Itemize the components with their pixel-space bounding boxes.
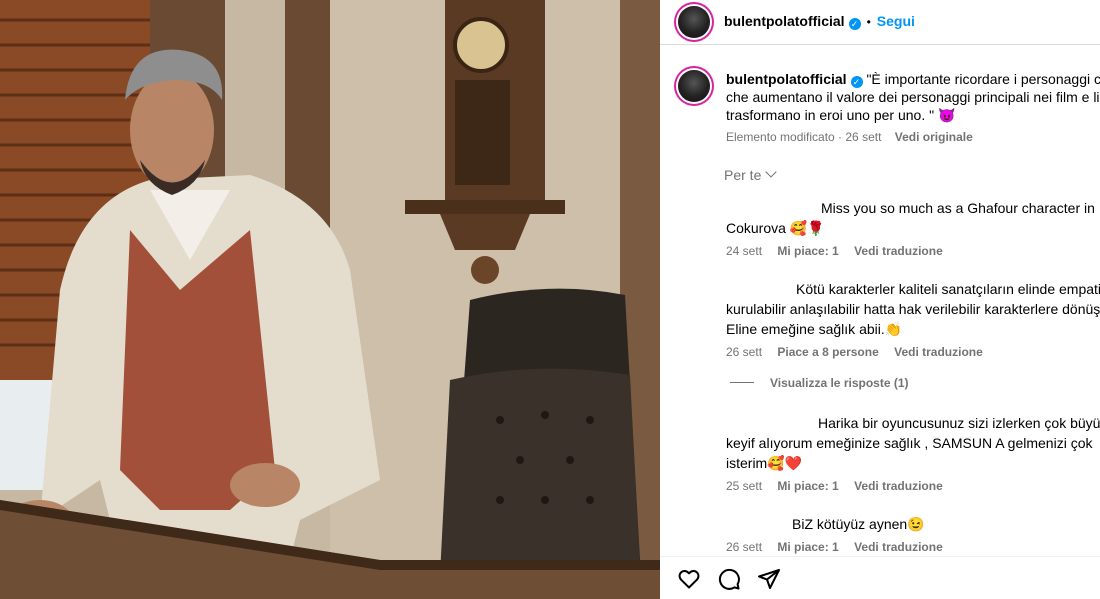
heart-icon[interactable] (677, 567, 701, 591)
post-photo[interactable] (0, 0, 660, 599)
filter-label: Per te (724, 167, 762, 183)
comment-text-line: kurulabilir anlaşılabilir hatta hak veri… (726, 301, 1100, 317)
post-action-bar (660, 556, 1100, 599)
comment-item: BiZ kötüyüz aynen😉 26 sett Mi piace: 1 V… (726, 514, 1100, 556)
post-header: bulentpolatofficial ✓ • Segui (660, 0, 1100, 44)
comment-time: 26 sett (726, 345, 763, 359)
post-side-panel: bulentpolatofficial ✓ • Segui bulentpolatof… (660, 0, 1100, 599)
comment-icon[interactable] (717, 567, 741, 591)
author-username[interactable]: bulentpolatofficial (724, 13, 845, 29)
caption-author-avatar[interactable] (678, 70, 710, 102)
see-translation-link[interactable]: Vedi traduzione (854, 244, 943, 258)
caption-text-line: "È importante ricordare i personaggi ca (866, 71, 1100, 87)
comment-text-line: Cokurova 🥰🌹 (726, 220, 825, 236)
caption-text-line: che aumentano il valore dei personaggi p… (726, 89, 1100, 105)
comment-likes[interactable]: Piace a 8 persone (777, 345, 878, 359)
comment-text-line: Harika bir oyuncusunuz sizi izlerken çok… (818, 415, 1100, 431)
separator-dot: • (866, 15, 871, 29)
verified-badge-icon: ✓ (850, 76, 863, 88)
replies-line (730, 382, 754, 383)
follow-button[interactable]: Segui (877, 13, 915, 29)
post-caption: bulentpolatofficial ✓ "È importante ricor… (726, 70, 1100, 146)
comment-likes[interactable]: Mi piace: 1 (777, 540, 838, 554)
view-replies-label: Visualizza le risposte (1) (770, 376, 909, 390)
comment-text-line: Eline emeğine sağlık abii.👏 (726, 321, 903, 337)
verified-badge-icon: ✓ (848, 18, 861, 30)
comment-item: Harika bir oyuncusunuz sizi izlerken çok… (726, 413, 1100, 495)
comment-likes[interactable]: Mi piace: 1 (777, 479, 838, 493)
see-translation-link[interactable]: Vedi traduzione (854, 479, 943, 493)
comments-filter-dropdown[interactable]: Per te (724, 166, 778, 183)
comment-text-line: Kötü karakterler kaliteli sanatçıların e… (796, 281, 1100, 297)
comment-text-line: isterim🥰❤️ (726, 455, 803, 471)
comment-item: Kötü karakterler kaliteli sanatçıların e… (726, 279, 1100, 361)
caption-text-line: trasformano in eroi uno per uno. " 😈 (726, 107, 956, 123)
see-original-link[interactable]: Vedi originale (895, 130, 973, 144)
caption-author-username[interactable]: bulentpolatofficial (726, 71, 847, 87)
see-translation-link[interactable]: Vedi traduzione (894, 345, 983, 359)
comment-text-line: Miss you so much as a Ghafour character … (821, 200, 1095, 216)
view-replies-button[interactable]: Visualizza le risposte (1) (730, 376, 909, 390)
comment-text-line: keyif alıyorum emeğinize sağlık , SAMSUN… (726, 435, 1093, 451)
post-image (0, 0, 660, 599)
comment-time: 25 sett (726, 479, 763, 493)
comment-time: 26 sett (726, 540, 763, 554)
share-icon[interactable] (757, 567, 781, 591)
see-translation-link[interactable]: Vedi traduzione (854, 540, 943, 554)
comment-text-line: BiZ kötüyüz aynen😉 (792, 516, 925, 532)
author-avatar[interactable] (678, 6, 710, 38)
chevron-down-icon (765, 166, 778, 178)
header-divider (660, 44, 1100, 45)
caption-edited-meta: Elemento modificato · 26 sett (726, 130, 882, 144)
comment-time: 24 sett (726, 244, 763, 258)
comment-item: Miss you so much as a Ghafour character … (726, 198, 1100, 260)
comment-likes[interactable]: Mi piace: 1 (777, 244, 838, 258)
